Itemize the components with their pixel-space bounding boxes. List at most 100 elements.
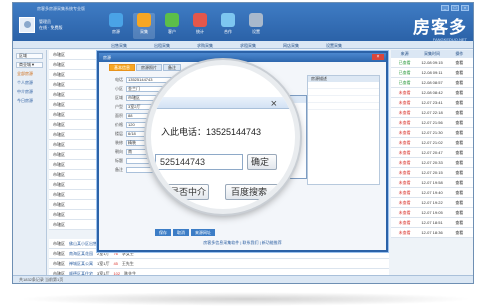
sidebar-item-personal[interactable]: 个人房源	[17, 80, 42, 86]
table-row[interactable]: 未查看 12-07 21:02 查看	[391, 138, 473, 148]
phone-input[interactable]: 525144743	[155, 154, 243, 170]
nav-houses[interactable]: 房源	[105, 13, 127, 39]
view-link[interactable]: 查看	[446, 178, 473, 187]
tab-config[interactable]: 设置采集	[320, 42, 348, 49]
tab-basic-info[interactable]: 基本信息	[109, 64, 135, 71]
window-controls: _ □ ×	[441, 5, 469, 11]
avatar[interactable]	[19, 17, 35, 33]
save-button[interactable]: 保存	[155, 229, 171, 236]
nav-stats[interactable]: 统计	[189, 13, 211, 39]
table-row[interactable]: 市辖区 禅城区某公寓 1室1厅 45 王先生	[49, 259, 389, 269]
listing-title-link[interactable]: 佛山某小区出售	[65, 239, 97, 248]
table-cell: 市辖区	[53, 251, 65, 256]
sidebar-item-agent[interactable]: 中介房源	[17, 89, 42, 95]
view-link[interactable]: 查看	[446, 128, 473, 137]
nav-clients[interactable]: 客户	[161, 13, 183, 39]
tab-lease[interactable]: 求租采集	[234, 42, 262, 49]
cancel-button[interactable]: 取消	[173, 229, 189, 236]
view-link[interactable]: 查看	[446, 228, 473, 237]
field-label: 楼层	[115, 130, 123, 136]
sidebar-item-all[interactable]: 全部房源	[17, 71, 42, 77]
status-badge: 未查看	[398, 210, 411, 215]
view-link[interactable]: 查看	[446, 148, 473, 157]
area-select[interactable]: 区域	[16, 53, 43, 59]
dialog-footer[interactable]: 房客多信息采集软件 | 联系我们 | 新功能推荐	[99, 240, 386, 246]
nav-partners[interactable]: 合作	[217, 13, 239, 39]
view-link[interactable]: 查看	[446, 138, 473, 147]
table-row[interactable]: 未查看 12-07 22:18 查看	[391, 108, 473, 118]
table-row[interactable]: 未查看 12-07 19:22 查看	[391, 198, 473, 208]
city-select[interactable]: 商业城▼	[16, 62, 43, 68]
table-row[interactable]: 未查看 12-07 18:36 查看	[391, 228, 473, 238]
nav-collect[interactable]: 采集	[133, 13, 155, 39]
table-row[interactable]: 未查看 12-07 23:41 查看	[391, 98, 473, 108]
column-header[interactable]: 操作	[446, 50, 473, 58]
table-cell: 12-07 19:05	[421, 210, 443, 215]
status-badge: 未查看	[398, 140, 411, 145]
view-link[interactable]: 查看	[446, 108, 473, 117]
minimize-button[interactable]: _	[441, 5, 449, 11]
table-cell: 12-07 20:33	[421, 160, 443, 165]
source-url-button[interactable]: 来源网址	[191, 229, 215, 236]
view-link[interactable]: 查看	[446, 208, 473, 217]
dialog-title: 房源	[103, 55, 111, 60]
column-header[interactable]: 来源	[391, 50, 418, 58]
field-label: 标题	[115, 157, 123, 163]
status-badge: 未查看	[398, 170, 411, 175]
column-header[interactable]: 采集时间	[418, 50, 445, 58]
table-row[interactable]: 未查看 12-07 21:30 查看	[391, 128, 473, 138]
nav-settings[interactable]: 设置	[245, 13, 267, 39]
status-badge: 未查看	[398, 150, 411, 155]
view-link[interactable]: 查看	[446, 188, 473, 197]
tab-buy[interactable]: 求购采集	[191, 42, 219, 49]
tab-sale[interactable]: 出售采集	[105, 42, 133, 49]
tab-photos[interactable]: 房源照片	[136, 64, 162, 71]
listing-title-link[interactable]: 禅城区某公寓	[65, 259, 93, 268]
table-row[interactable]: 未查看 12-07 18:51 查看	[391, 218, 473, 228]
view-link[interactable]: 查看	[446, 118, 473, 127]
table-row[interactable]: 未查看 12-07 21:56 查看	[391, 118, 473, 128]
nav-label: 合作	[224, 29, 232, 34]
table-row[interactable]: 未查看 12-07 19:58 查看	[391, 178, 473, 188]
view-link[interactable]: 查看	[446, 168, 473, 177]
baidu-search-button[interactable]: 百度搜索	[225, 184, 285, 200]
table-row[interactable]: 已查看 12-08 08:57 查看	[391, 78, 473, 88]
sidebar-item-today[interactable]: 今日房源	[17, 98, 42, 104]
table-row[interactable]: 未查看 12-07 20:15 查看	[391, 168, 473, 178]
listing-title-link[interactable]: 南海区某花园	[65, 249, 93, 258]
tab-shop[interactable]: 网店采集	[277, 42, 305, 49]
table-row[interactable]: 未查看 12-07 19:40 查看	[391, 188, 473, 198]
status-badge: 已查看	[398, 70, 411, 75]
status-badge: 未查看	[398, 230, 411, 235]
close-button[interactable]: ×	[461, 5, 469, 11]
view-link[interactable]: 查看	[446, 78, 473, 87]
view-link[interactable]: 查看	[446, 68, 473, 77]
view-link[interactable]: 查看	[446, 158, 473, 167]
close-icon[interactable]: ×	[271, 98, 277, 110]
maximize-button[interactable]: □	[451, 5, 459, 11]
field-label: 朝向	[115, 148, 123, 154]
table-row[interactable]: 未查看 12-07 19:05 查看	[391, 208, 473, 218]
table-row[interactable]: 已查看 12-08 09:11 查看	[391, 68, 473, 78]
view-link[interactable]: 查看	[446, 218, 473, 227]
table-cell: 12-07 23:41	[421, 100, 443, 105]
view-link[interactable]: 查看	[446, 98, 473, 107]
status-bar: 共1832条记录 当前第1页	[13, 275, 473, 283]
right-table-header: 来源 采集时间 操作	[391, 50, 473, 58]
table-row[interactable]: 未查看 12-07 20:33 查看	[391, 158, 473, 168]
tab-rent[interactable]: 出租采集	[148, 42, 176, 49]
table-cell: 12-08 08:42	[421, 90, 443, 95]
confirm-button[interactable]: 确定	[247, 154, 277, 170]
table-cell: 12-07 21:30	[421, 130, 443, 135]
check-agent-button[interactable]: 询是否中介	[159, 184, 209, 200]
view-link[interactable]: 查看	[446, 198, 473, 207]
table-row[interactable]: 已查看 12-08 09:15 查看	[391, 58, 473, 68]
table-row[interactable]: 未查看 12-08 08:42 查看	[391, 88, 473, 98]
dialog-close-button[interactable]: ×	[372, 54, 384, 60]
table-row[interactable]: 未查看 12-07 20:47 查看	[391, 148, 473, 158]
view-link[interactable]: 查看	[446, 88, 473, 97]
view-link[interactable]: 查看	[446, 58, 473, 67]
status-badge: 未查看	[398, 160, 411, 165]
tab-notes[interactable]: 备注	[163, 64, 181, 71]
magnifier-lens: × 入此电话：13525144743 525144743 确定 询是否中介 百度…	[146, 60, 300, 214]
